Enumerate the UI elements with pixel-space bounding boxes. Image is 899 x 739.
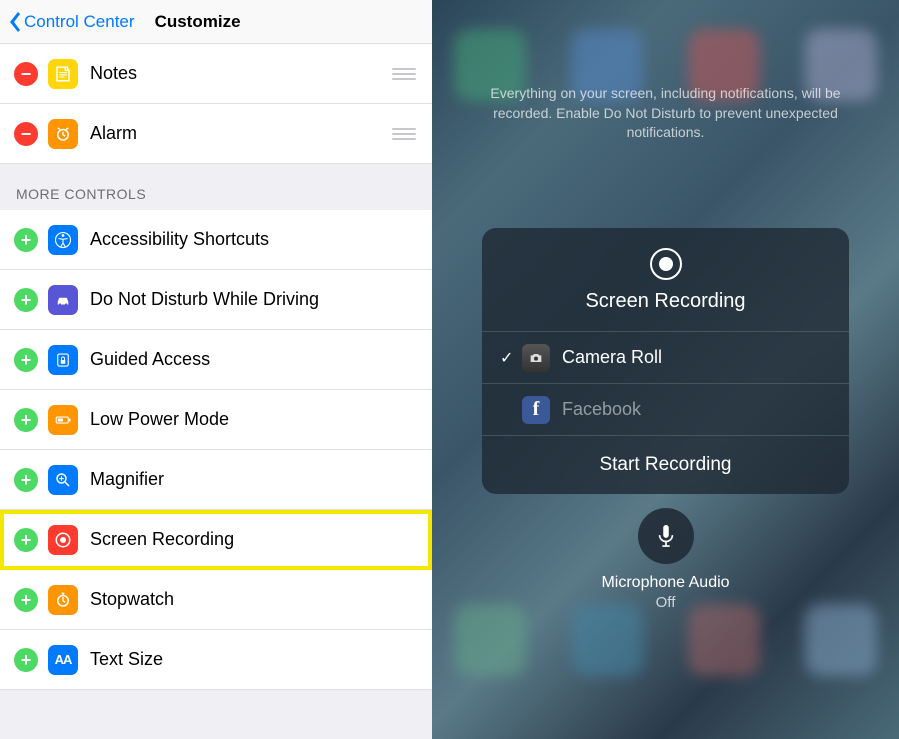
- list-item-screen-recording[interactable]: + Screen Recording: [0, 510, 432, 570]
- facebook-icon: f: [522, 396, 550, 424]
- included-controls-list: − Notes − Alarm: [0, 44, 432, 164]
- list-item-label: Screen Recording: [90, 529, 416, 550]
- add-button[interactable]: +: [14, 348, 38, 372]
- battery-icon: [48, 405, 78, 435]
- add-button[interactable]: +: [14, 648, 38, 672]
- section-header: MORE CONTROLS: [0, 164, 432, 210]
- microphone-toggle: Microphone Audio Off: [432, 508, 899, 611]
- checkmark-icon: ✓: [500, 348, 522, 368]
- list-item[interactable]: − Notes: [0, 44, 432, 104]
- destination-option-facebook[interactable]: f Facebook: [482, 383, 849, 435]
- microphone-label: Microphone Audio: [432, 574, 899, 592]
- microphone-button[interactable]: [638, 508, 694, 564]
- add-button[interactable]: +: [14, 468, 38, 492]
- list-item-label: Do Not Disturb While Driving: [90, 289, 416, 310]
- drag-handle-icon[interactable]: [392, 68, 416, 80]
- list-item-label: Accessibility Shortcuts: [90, 229, 416, 250]
- remove-button[interactable]: −: [14, 62, 38, 86]
- panel-header: Screen Recording: [482, 228, 849, 331]
- stopwatch-icon: [48, 585, 78, 615]
- chevron-left-icon: [8, 12, 20, 32]
- more-controls-list: + Accessibility Shortcuts + Do Not Distu…: [0, 210, 432, 690]
- camera-icon: [522, 344, 550, 372]
- list-item[interactable]: + Accessibility Shortcuts: [0, 210, 432, 270]
- text-size-icon: AA: [48, 645, 78, 675]
- list-item[interactable]: − Alarm: [0, 104, 432, 164]
- list-item[interactable]: + Magnifier: [0, 450, 432, 510]
- list-item-label: Alarm: [90, 123, 392, 144]
- microphone-icon: [655, 523, 677, 549]
- add-button[interactable]: +: [14, 288, 38, 312]
- add-button[interactable]: +: [14, 228, 38, 252]
- page-title: Customize: [155, 12, 241, 32]
- add-button[interactable]: +: [14, 408, 38, 432]
- option-label: Facebook: [562, 399, 641, 420]
- record-icon: [650, 248, 682, 280]
- destination-option-camera-roll[interactable]: ✓ Camera Roll: [482, 331, 849, 383]
- add-button[interactable]: +: [14, 528, 38, 552]
- screen-recording-panel: Screen Recording ✓ Camera Roll f Faceboo…: [482, 228, 849, 494]
- list-item-label: Text Size: [90, 649, 416, 670]
- notes-icon: [48, 59, 78, 89]
- list-item-label: Low Power Mode: [90, 409, 416, 430]
- list-item[interactable]: + Stopwatch: [0, 570, 432, 630]
- list-item[interactable]: + Guided Access: [0, 330, 432, 390]
- nav-bar: Control Center Customize: [0, 0, 432, 44]
- add-button[interactable]: +: [14, 588, 38, 612]
- recording-notice: Everything on your screen, including not…: [482, 84, 849, 143]
- list-item[interactable]: + Low Power Mode: [0, 390, 432, 450]
- option-label: Camera Roll: [562, 347, 662, 368]
- panel-title: Screen Recording: [482, 290, 849, 313]
- lock-icon: [48, 345, 78, 375]
- car-icon: [48, 285, 78, 315]
- remove-button[interactable]: −: [14, 122, 38, 146]
- list-item-label: Notes: [90, 63, 392, 84]
- back-button[interactable]: Control Center: [8, 12, 135, 32]
- back-label: Control Center: [24, 12, 135, 32]
- list-item[interactable]: + Do Not Disturb While Driving: [0, 270, 432, 330]
- list-item[interactable]: + AA Text Size: [0, 630, 432, 690]
- start-recording-button[interactable]: Start Recording: [482, 435, 849, 494]
- list-item-label: Magnifier: [90, 469, 416, 490]
- microphone-state: Off: [432, 594, 899, 611]
- list-item-label: Guided Access: [90, 349, 416, 370]
- drag-handle-icon[interactable]: [392, 128, 416, 140]
- settings-customize-pane: Control Center Customize − Notes − Alarm…: [0, 0, 432, 739]
- magnifier-icon: [48, 465, 78, 495]
- control-center-pane: Everything on your screen, including not…: [432, 0, 899, 739]
- accessibility-icon: [48, 225, 78, 255]
- record-icon: [48, 525, 78, 555]
- alarm-icon: [48, 119, 78, 149]
- list-item-label: Stopwatch: [90, 589, 416, 610]
